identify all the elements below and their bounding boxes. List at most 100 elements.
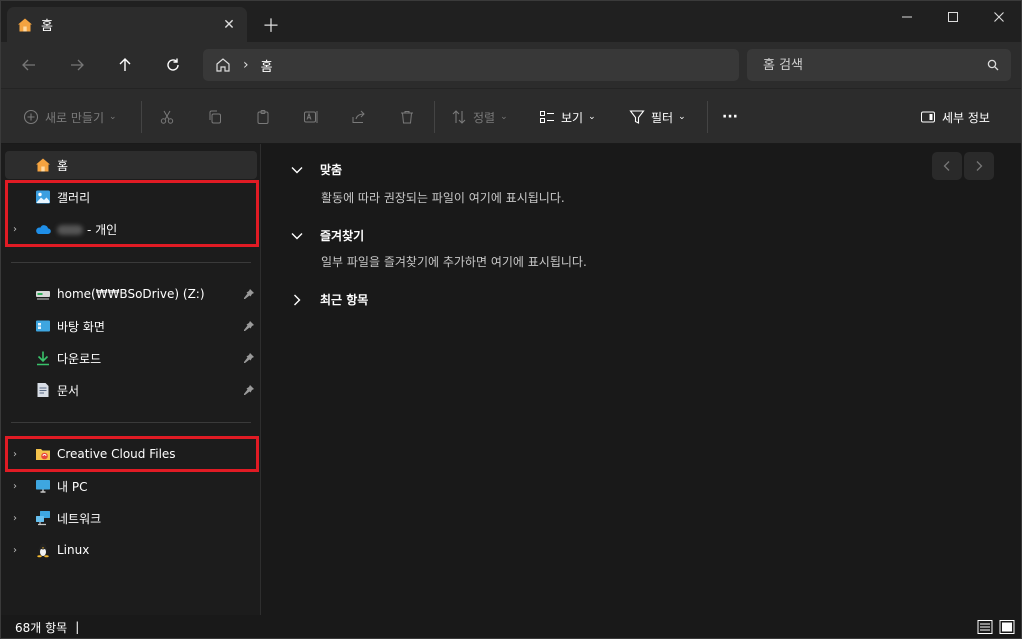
pin-icon[interactable]: [243, 384, 255, 396]
navigation-pane: 홈 갤러리 › - 개인 home(₩₩BSoDrive) (Z:) 바탕 화면…: [1, 144, 261, 615]
minimize-button[interactable]: [884, 1, 930, 33]
sidebar-item-label: 다운로드: [57, 351, 102, 366]
sidebar-item-label: 홈: [57, 158, 69, 173]
next-page-button[interactable]: [964, 152, 994, 180]
command-bar: 새로 만들기 ⌄ 정렬 ⌄ 보기 ⌄ 필터 ⌄ ··· 세부 정보: [1, 88, 1021, 144]
forward-button[interactable]: [63, 51, 91, 79]
share-icon: [352, 110, 365, 123]
section-recommended[interactable]: 맞춤: [290, 161, 342, 178]
chevron-right-icon: [976, 161, 983, 171]
more-options-button[interactable]: ···: [722, 103, 738, 131]
refresh-icon: [167, 58, 179, 71]
network-icon: [36, 511, 50, 526]
chevron-down-icon: ⌄: [500, 112, 508, 122]
documents-icon: [37, 383, 49, 397]
rename-button[interactable]: [303, 103, 319, 131]
sidebar-item-this-pc[interactable]: › 내 PC: [5, 472, 257, 500]
tiles-view-icon[interactable]: [999, 619, 1015, 635]
search-box[interactable]: [747, 49, 1011, 81]
chevron-right-icon: [294, 294, 301, 305]
breadcrumb-home[interactable]: 홈: [261, 56, 273, 75]
delete-button[interactable]: [399, 103, 415, 131]
details-pane-label: 세부 정보: [942, 110, 990, 125]
search-input[interactable]: [763, 57, 987, 73]
section-recent[interactable]: 최근 항목: [290, 291, 368, 308]
chevron-down-icon: [291, 232, 303, 239]
sort-button[interactable]: 정렬 ⌄: [451, 103, 508, 131]
section-title: 즐겨찾기: [320, 229, 365, 243]
sidebar-item-label: 네트워크: [57, 511, 102, 526]
details-view-icon[interactable]: [977, 619, 993, 635]
home-icon: [36, 158, 50, 172]
close-window-button[interactable]: [976, 1, 1021, 33]
sidebar-item-label: 바탕 화면: [57, 319, 105, 334]
previous-page-button[interactable]: [932, 152, 962, 180]
pin-icon[interactable]: [243, 288, 255, 300]
sidebar-item-documents[interactable]: 문서: [5, 376, 257, 404]
sidebar-item-network[interactable]: › 네트워크: [5, 504, 257, 532]
desktop-icon: [36, 320, 50, 332]
arrow-right-icon: [71, 59, 84, 71]
chevron-right-icon[interactable]: ›: [13, 545, 17, 556]
maximize-icon: [948, 12, 958, 22]
title-bar: 홈 ✕ ＋: [1, 1, 1021, 42]
view-button[interactable]: 보기 ⌄: [539, 103, 596, 131]
address-bar[interactable]: › 홈: [203, 49, 739, 81]
sidebar-item-desktop[interactable]: 바탕 화면: [5, 312, 257, 340]
chevron-down-icon: [291, 166, 303, 173]
toolbar-divider: [434, 101, 435, 133]
section-description: 활동에 따라 권장되는 파일이 여기에 표시됩니다.: [321, 191, 565, 205]
share-button[interactable]: [351, 103, 367, 131]
content-pane: 맞춤 활동에 따라 권장되는 파일이 여기에 표시됩니다. 즐겨찾기 일부 파일…: [262, 144, 1021, 615]
paste-icon: [257, 110, 269, 124]
chevron-down-icon: ⌄: [588, 112, 596, 122]
section-favorites[interactable]: 즐겨찾기: [290, 227, 364, 244]
new-button[interactable]: 새로 만들기 ⌄: [23, 103, 117, 131]
sidebar-item-label: Linux: [57, 543, 90, 557]
address-row: › 홈: [1, 42, 1021, 88]
new-button-label: 새로 만들기: [45, 110, 105, 125]
details-pane-button[interactable]: 세부 정보: [920, 103, 990, 131]
arrow-up-icon: [119, 58, 131, 71]
refresh-button[interactable]: [159, 51, 187, 79]
copy-button[interactable]: [207, 103, 223, 131]
chevron-left-icon: [943, 161, 950, 171]
paste-button[interactable]: [255, 103, 271, 131]
sidebar-item-network-drive[interactable]: home(₩₩BSoDrive) (Z:): [5, 280, 257, 308]
highlight-box-creative-cloud: [5, 436, 259, 472]
home-icon: [18, 18, 32, 31]
sort-icon: [452, 110, 466, 124]
pin-icon[interactable]: [243, 352, 255, 364]
sidebar-divider: [11, 422, 251, 423]
download-icon: [37, 351, 49, 366]
minimize-icon: [902, 16, 912, 18]
chevron-right-icon[interactable]: ›: [13, 513, 17, 524]
highlight-box-gallery-onedrive: [5, 180, 259, 247]
network-drive-icon: [36, 291, 50, 300]
new-tab-button[interactable]: ＋: [259, 13, 283, 37]
file-explorer-window: 홈 ✕ ＋ › 홈 홈 검색 새로 만들기 ⌄ 정렬 ⌄ 보기 ⌄ 필터 ⌄ ·…: [0, 0, 1022, 639]
close-icon: [994, 12, 1004, 22]
more-icon: ···: [722, 109, 738, 125]
trash-icon: [401, 111, 413, 124]
chevron-right-icon[interactable]: ›: [243, 57, 249, 73]
status-separator: |: [75, 620, 80, 634]
copy-icon: [209, 110, 221, 124]
chevron-right-icon[interactable]: ›: [13, 481, 17, 492]
sidebar-item-linux[interactable]: › Linux: [5, 536, 257, 564]
sidebar-item-downloads[interactable]: 다운로드: [5, 344, 257, 372]
filter-button-label: 필터: [651, 110, 674, 125]
tab-close-icon[interactable]: ✕: [221, 17, 237, 33]
maximize-button[interactable]: [930, 1, 976, 33]
view-list-icon: [540, 111, 554, 123]
details-pane-icon: [921, 111, 935, 123]
this-pc-icon: [36, 480, 50, 493]
pin-icon[interactable]: [243, 320, 255, 332]
back-button[interactable]: [15, 51, 43, 79]
filter-button[interactable]: 필터 ⌄: [629, 103, 686, 131]
sidebar-item-home[interactable]: 홈: [5, 151, 257, 179]
tab-home[interactable]: 홈 ✕: [7, 7, 247, 42]
section-title: 맞춤: [320, 163, 343, 177]
up-button[interactable]: [111, 51, 139, 79]
cut-button[interactable]: [159, 103, 175, 131]
